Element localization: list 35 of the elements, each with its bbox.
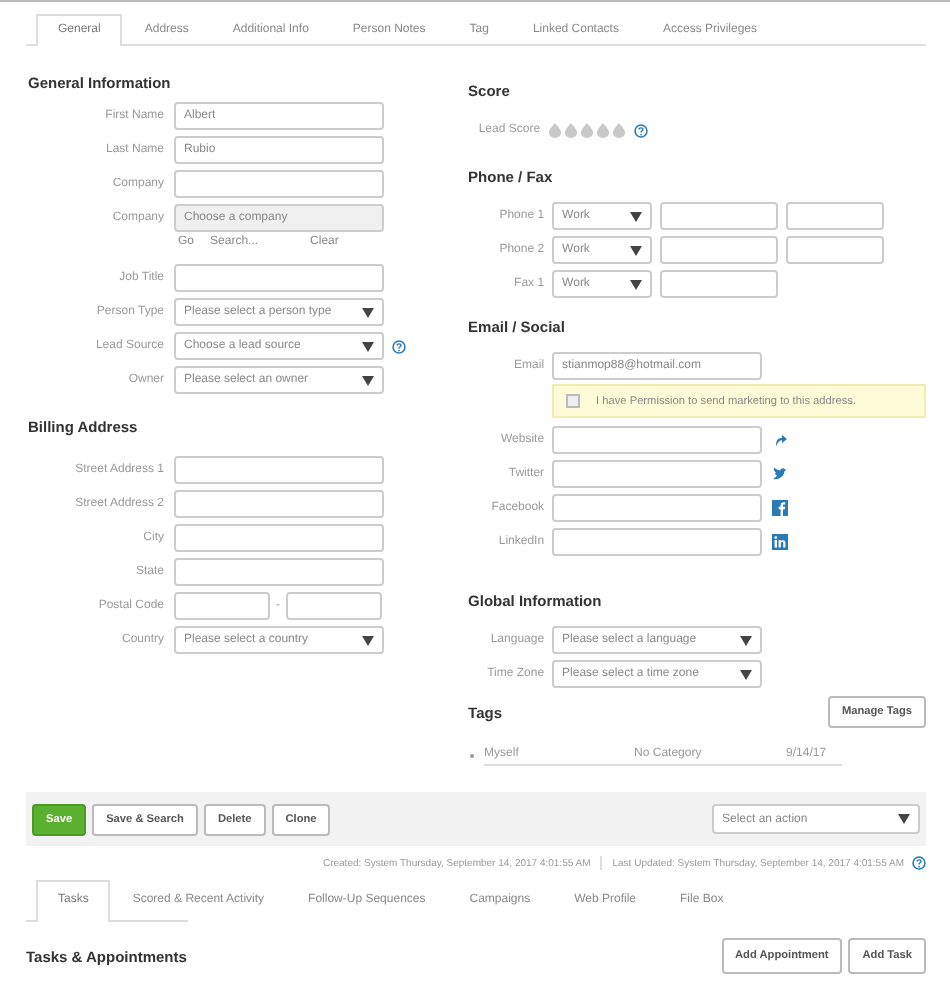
text-field[interactable]: [286, 592, 382, 620]
caret-icon: [362, 341, 374, 351]
phone-field[interactable]: [660, 270, 779, 298]
caret-icon: [630, 211, 643, 221]
text-field[interactable]: [174, 592, 270, 620]
checkbox[interactable]: [566, 394, 581, 408]
help-icon[interactable]: [634, 123, 649, 137]
text-field[interactable]: [174, 558, 384, 586]
text-field[interactable]: [552, 528, 763, 556]
caret-icon: [898, 814, 910, 824]
text-field[interactable]: [552, 460, 763, 488]
caret-icon: [630, 245, 643, 255]
phone-field[interactable]: [660, 236, 779, 264]
facebook-icon[interactable]: [772, 500, 789, 516]
caret-icon: [362, 635, 374, 645]
help-icon[interactable]: [392, 339, 406, 353]
text-field[interactable]: [174, 524, 384, 552]
help-icon[interactable]: [912, 856, 926, 870]
bird-icon[interactable]: [772, 466, 789, 482]
text-field[interactable]: [174, 264, 384, 292]
text-field[interactable]: [552, 426, 763, 454]
caret-icon: [740, 669, 753, 679]
text-field[interactable]: [552, 494, 763, 522]
text-field[interactable]: [174, 170, 384, 198]
arrow-icon[interactable]: [772, 432, 789, 448]
caret-icon: [740, 635, 753, 645]
phone-field[interactable]: [660, 202, 779, 230]
linkedin-icon[interactable]: [772, 534, 789, 550]
caret-icon: [362, 375, 374, 385]
caret-icon: [362, 307, 374, 317]
text-field[interactable]: [174, 456, 384, 484]
text-field[interactable]: [174, 490, 384, 518]
extension-field[interactable]: [786, 236, 885, 264]
caret-icon: [630, 279, 643, 289]
extension-field[interactable]: [786, 202, 885, 230]
